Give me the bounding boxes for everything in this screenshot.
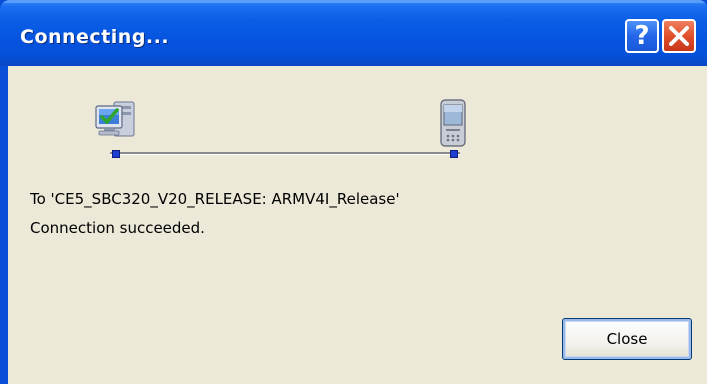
- connection-status-text: Connection succeeded.: [30, 219, 205, 237]
- handheld-device-icon: [440, 99, 466, 147]
- title-bar[interactable]: Connecting... ?: [0, 0, 707, 66]
- connection-endpoint-source: [112, 150, 120, 158]
- close-icon: [669, 26, 689, 46]
- connection-target-text: To 'CE5_SBC320_V20_RELEASE: ARMV4I_Relea…: [30, 190, 400, 208]
- desktop-computer-icon: [95, 101, 135, 137]
- dialog-window: Connecting... ? To 'CE5_SBC320_V20_RELEA…: [0, 0, 707, 384]
- close-button[interactable]: Close: [562, 318, 692, 360]
- connection-endpoint-target: [450, 150, 458, 158]
- connection-line: [110, 152, 460, 155]
- help-button[interactable]: ?: [625, 19, 659, 53]
- title-close-button[interactable]: [662, 19, 696, 53]
- help-icon: ?: [634, 21, 650, 51]
- window-title: Connecting...: [20, 26, 170, 48]
